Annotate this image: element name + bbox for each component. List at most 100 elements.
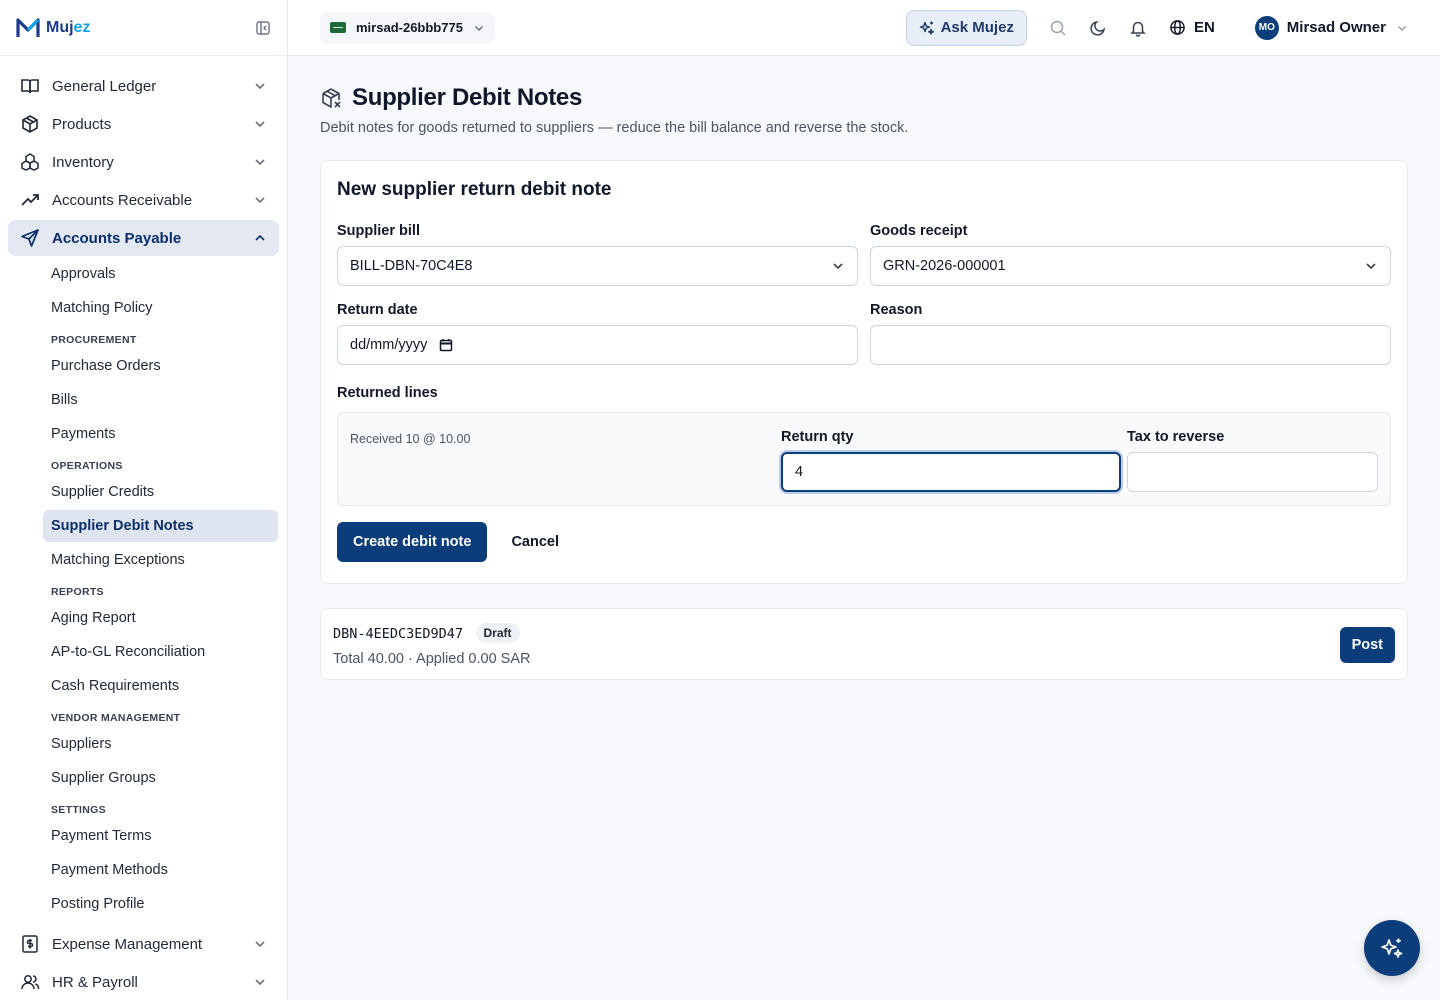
search-icon[interactable] (1049, 19, 1067, 37)
cancel-button[interactable]: Cancel (511, 534, 559, 550)
sidebar-item-matching-policy[interactable]: Matching Policy (43, 292, 278, 324)
avatar: MO (1254, 15, 1279, 40)
book-icon (21, 79, 39, 94)
mujez-logo-icon (16, 17, 40, 37)
brand-name[interactable]: Mujez (46, 19, 90, 37)
sidebar-item-ap-gl-reconciliation[interactable]: AP-to-GL Reconciliation (43, 636, 278, 668)
form-row-2: Return date dd/mm/yyyy Reason (337, 302, 1391, 365)
sidebar-item-cash-requirements[interactable]: Cash Requirements (43, 670, 278, 702)
nav-accounts-receivable[interactable]: Accounts Receivable (8, 182, 279, 218)
return-date-placeholder: dd/mm/yyyy (350, 337, 428, 353)
package-return-icon (322, 88, 341, 108)
sidebar-item-posting-profile[interactable]: Posting Profile (43, 888, 278, 920)
chevron-down-icon (255, 83, 265, 90)
sidebar-item-supplier-credits[interactable]: Supplier Credits (43, 476, 278, 508)
sidebar-item-approvals[interactable]: Approvals (43, 258, 278, 290)
debit-note-header: DBN-4EEDC3ED9D47 Draft (333, 623, 1395, 643)
form-actions: Create debit note Cancel (337, 522, 1391, 562)
supplier-bill-field: Supplier bill BILL-DBN-70C4E8 (337, 223, 858, 286)
sidebar-item-suppliers[interactable]: Suppliers (43, 728, 278, 760)
nav-expense-management[interactable]: Expense Management (8, 926, 279, 962)
sidebar-item-purchase-orders[interactable]: Purchase Orders (43, 350, 278, 382)
sidebar-item-payment-terms[interactable]: Payment Terms (43, 820, 278, 852)
goods-receipt-label: Goods receipt (870, 223, 968, 239)
tenant-switcher[interactable]: mirsad-26bbb775 (320, 11, 495, 44)
reason-field: Reason (870, 302, 1391, 365)
bell-icon[interactable] (1129, 19, 1147, 37)
tax-reverse-input[interactable] (1127, 452, 1378, 492)
create-debit-note-button[interactable]: Create debit note (337, 522, 488, 562)
calendar-icon[interactable] (439, 338, 453, 352)
goods-receipt-field: Goods receipt GRN-2026-000001 (870, 223, 1391, 286)
chevron-down-icon (255, 941, 265, 948)
form-row-1: Supplier bill BILL-DBN-70C4E8 Goods rece… (337, 223, 1391, 286)
return-date-field: Return date dd/mm/yyyy (337, 302, 858, 365)
chevron-up-icon (255, 234, 265, 241)
return-qty-label: Return qty (781, 429, 854, 445)
language-switcher[interactable]: EN (1169, 19, 1215, 36)
sidebar-item-aging-report[interactable]: Aging Report (43, 602, 278, 634)
page-title: Supplier Debit Notes (352, 84, 583, 111)
topbar-actions: Ask Mujez EN MO Mirsad Owner (905, 9, 1408, 46)
page-subtitle: Debit notes for goods returned to suppli… (320, 120, 909, 136)
debit-note-form: New supplier return debit note Supplier … (320, 160, 1408, 584)
tenant-name: mirsad-26bbb775 (356, 20, 463, 35)
debit-note-code: DBN-4EEDC3ED9D47 (333, 626, 464, 642)
sidebar-item-supplier-debit-notes[interactable]: Supplier Debit Notes (43, 510, 278, 542)
nav-hr-payroll[interactable]: HR & Payroll (8, 964, 279, 1000)
nav-label: Products (52, 115, 112, 133)
ask-mujez-button[interactable]: Ask Mujez (905, 9, 1027, 46)
nav-label: HR & Payroll (52, 973, 138, 991)
reason-input[interactable] (870, 325, 1391, 365)
language-code: EN (1193, 19, 1215, 36)
return-date-label: Return date (337, 302, 418, 318)
goods-receipt-select[interactable]: GRN-2026-000001 (870, 246, 1391, 286)
nav-general-ledger[interactable]: General Ledger (8, 68, 279, 104)
post-button[interactable]: Post (1339, 627, 1395, 663)
nav-label: Inventory (52, 153, 114, 171)
users-icon (21, 975, 40, 990)
moon-icon[interactable] (1089, 19, 1107, 37)
return-date-input[interactable]: dd/mm/yyyy (337, 325, 858, 365)
nav-products[interactable]: Products (8, 106, 279, 142)
returned-lines-label: Returned lines (337, 385, 438, 401)
sparkles-icon (919, 21, 934, 35)
chevron-down-icon (474, 25, 483, 31)
sparkles-icon (1381, 938, 1403, 958)
chevron-down-icon (1366, 263, 1376, 270)
chevron-down-icon (1397, 25, 1407, 31)
user-menu[interactable]: MO Mirsad Owner (1254, 15, 1408, 40)
box-icon (22, 115, 38, 133)
chevron-down-icon (255, 159, 265, 166)
debit-note-list-item: DBN-4EEDC3ED9D47 Draft Total 40.00 · App… (320, 608, 1408, 680)
section-heading-settings: SETTINGS (51, 804, 106, 816)
saudi-flag-icon (330, 22, 346, 33)
nav-label: Accounts Receivable (52, 191, 193, 209)
sidebar-item-payments[interactable]: Payments (43, 418, 278, 450)
sidebar-item-bills[interactable]: Bills (43, 384, 278, 416)
supplier-bill-select[interactable]: BILL-DBN-70C4E8 (337, 246, 858, 286)
sidebar-item-supplier-groups[interactable]: Supplier Groups (43, 762, 278, 794)
line-received-info: Received 10 @ 10.00 (350, 432, 471, 446)
boxes-icon (21, 153, 39, 171)
return-qty-field: Return qty 4 (781, 429, 1121, 492)
section-heading-vendor-management: VENDOR MANAGEMENT (51, 712, 181, 724)
brand-bar: Mujez (0, 0, 287, 56)
nav-label: Accounts Payable (52, 229, 182, 247)
section-heading-reports: REPORTS (51, 586, 104, 598)
return-qty-input[interactable]: 4 (781, 452, 1121, 492)
nav-accounts-payable[interactable]: Accounts Payable (8, 220, 279, 256)
sidebar-item-matching-exceptions[interactable]: Matching Exceptions (43, 544, 278, 576)
trend-up-icon (21, 194, 39, 206)
goods-receipt-value: GRN-2026-000001 (883, 258, 1006, 274)
chevron-down-icon (255, 197, 265, 204)
section-heading-operations: OPERATIONS (51, 460, 123, 472)
topbar: mirsad-26bbb775 Ask Mujez EN MO Mirsad O… (288, 0, 1440, 56)
form-title: New supplier return debit note (337, 179, 612, 200)
chevron-down-icon (255, 979, 265, 986)
sidebar-item-payment-methods[interactable]: Payment Methods (43, 854, 278, 886)
nav-inventory[interactable]: Inventory (8, 144, 279, 180)
status-badge: Draft (475, 623, 520, 643)
ai-assistant-fab[interactable] (1364, 920, 1420, 976)
sidebar-collapse-icon[interactable] (255, 20, 271, 36)
